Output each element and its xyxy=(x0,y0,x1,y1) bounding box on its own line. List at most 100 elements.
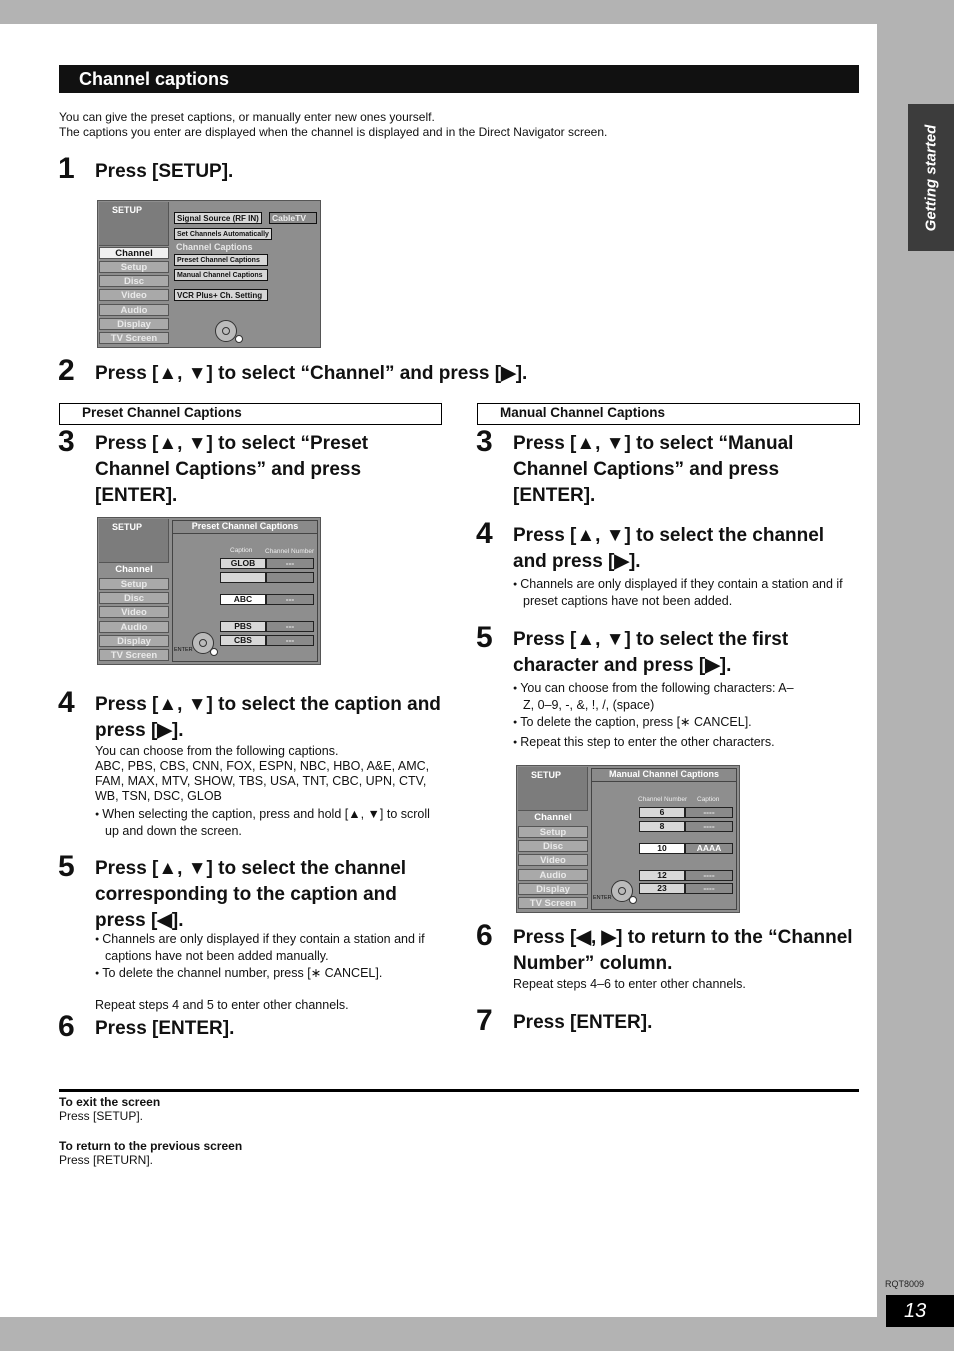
step-number: 2 xyxy=(58,354,75,387)
exit-text: Press [SETUP]. xyxy=(59,1109,144,1123)
step-number: 4 xyxy=(476,517,493,550)
step-number: 6 xyxy=(476,919,493,952)
step-title: Press [▲, ▼] to select the caption and p… xyxy=(95,694,441,741)
channel-cell-selected: 10 xyxy=(639,843,685,854)
step-bullets: Channels are only displayed if they cont… xyxy=(95,931,443,982)
osd-menu-item: Channel xyxy=(518,812,588,824)
section-side-tab: Getting started xyxy=(908,104,954,251)
step-number: 3 xyxy=(58,425,75,458)
osd-captions-heading: Channel Captions xyxy=(176,242,253,252)
channel-cell: 6 xyxy=(639,807,685,818)
section-title: Channel captions xyxy=(59,65,859,93)
step-body: You can choose from the following captio… xyxy=(95,744,443,840)
osd-menu-item: Disc xyxy=(518,840,588,852)
osd-menu-item: Channel xyxy=(99,564,169,576)
channel-cell xyxy=(266,572,314,583)
osd-preset-captions: Preset Channel Captions xyxy=(174,254,268,266)
caption-cell: AAAA xyxy=(685,843,733,854)
return-text: Press [RETURN]. xyxy=(59,1153,154,1167)
osd-manual-captions: Manual Channel Captions xyxy=(174,269,268,281)
exit-heading: To exit the screen xyxy=(59,1095,161,1109)
osd-panel-title: Preset Channel Captions xyxy=(173,521,317,534)
step-title: Press [▲, ▼] to select “Channel” and pre… xyxy=(95,363,528,384)
osd-menu-item: Video xyxy=(518,854,588,866)
caption-cell xyxy=(220,572,266,583)
step-number: 7 xyxy=(476,1004,493,1037)
step-title: Press [ENTER]. xyxy=(95,1018,235,1039)
model-code: RQT8009 xyxy=(885,1279,925,1289)
osd-menu-item: TV Screen xyxy=(99,332,169,344)
step-title: Press [ENTER]. xyxy=(513,1012,653,1033)
caption-cell: PBS xyxy=(220,621,266,632)
step-number: 3 xyxy=(476,425,493,458)
channel-cell: --- xyxy=(266,558,314,569)
osd-menu-item: Channel xyxy=(99,247,169,259)
bullet-note: Repeat this step to enter the other char… xyxy=(513,734,803,751)
osd-header: SETUP xyxy=(99,519,169,563)
bullet-note: To delete the caption, press [∗ CANCEL]. xyxy=(513,714,803,731)
enter-label: ENTER xyxy=(174,647,193,653)
osd-signal-source: Signal Source (RF IN) xyxy=(174,212,262,224)
preset-subhead: Preset Channel Captions xyxy=(59,403,442,425)
step-title: Press [▲, ▼] to select “Manual Channel C… xyxy=(513,433,794,506)
osd-set-channels: Set Channels Automatically xyxy=(174,228,272,240)
osd-menu-item: Display xyxy=(99,635,169,647)
bullet-note: When selecting the caption, press and ho… xyxy=(95,806,443,840)
osd-menu-item: TV Screen xyxy=(518,897,588,909)
bullet-note: You can choose from the following charac… xyxy=(513,680,803,714)
osd-menu-item: Video xyxy=(99,606,169,618)
caption-cell: ---- xyxy=(685,821,733,832)
osd-menu-item: Setup xyxy=(99,261,169,273)
channel-cell: --- xyxy=(266,594,314,605)
channel-cell: 8 xyxy=(639,821,685,832)
page-number: 13 xyxy=(886,1295,954,1327)
osd-menu-item: Video xyxy=(99,289,169,301)
divider xyxy=(59,1089,859,1092)
enter-dot-icon xyxy=(629,896,637,904)
osd-menu-item: Disc xyxy=(99,275,169,287)
col-channel: Channel Number xyxy=(265,548,315,555)
step-title: Press [SETUP]. xyxy=(95,161,234,182)
intro-text: You can give the preset captions, or man… xyxy=(59,110,607,140)
osd-header: SETUP xyxy=(518,767,588,811)
osd-menu-item: TV Screen xyxy=(99,649,169,661)
channel-cell: --- xyxy=(266,635,314,646)
osd-menu-item: Display xyxy=(99,318,169,330)
osd-menu-item: Audio xyxy=(99,304,169,316)
step-title: Press [▲, ▼] to select the channel corre… xyxy=(95,858,407,931)
side-tab-label: Getting started xyxy=(922,124,940,231)
step-title: Press [◀, ▶] to return to the “Channel N… xyxy=(513,927,853,974)
osd-menu-item: Display xyxy=(518,883,588,895)
channel-cell: 12 xyxy=(639,870,685,881)
col-caption: Caption xyxy=(230,547,253,554)
repeat-note: Repeat steps 4 and 5 to enter other chan… xyxy=(95,998,349,1012)
osd-panel-title: Manual Channel Captions xyxy=(592,769,736,782)
osd-menu-item: Disc xyxy=(99,592,169,604)
step-number: 5 xyxy=(58,850,75,883)
footer-notes: To exit the screen Press [SETUP]. To ret… xyxy=(59,1095,242,1167)
enter-dot-icon xyxy=(210,648,218,656)
enter-dot-icon xyxy=(235,335,243,343)
caption-cell: CBS xyxy=(220,635,266,646)
step-bullets: Channels are only displayed if they cont… xyxy=(513,576,861,610)
step-bullets: You can choose from the following charac… xyxy=(513,680,803,751)
preset-captions-screen: SETUP Channel Setup Disc Video Audio Dis… xyxy=(97,517,321,665)
step-title: Press [▲, ▼] to select “Preset Channel C… xyxy=(95,433,369,506)
step-title: Press [▲, ▼] to select the channel and p… xyxy=(513,525,825,572)
caption-cell: GLOB xyxy=(220,558,266,569)
osd-header: SETUP xyxy=(99,202,169,246)
osd-menu-item: Setup xyxy=(99,578,169,590)
step-number: 1 xyxy=(58,152,75,185)
repeat-note: Repeat steps 4–6 to enter other channels… xyxy=(513,977,746,991)
bullet-note: Channels are only displayed if they cont… xyxy=(513,576,861,610)
manual-subhead: Manual Channel Captions xyxy=(477,403,860,425)
col-channel: Channel Number xyxy=(638,796,688,803)
setup-menu-screen: SETUP Channel Setup Disc Video Audio Dis… xyxy=(97,200,321,348)
step-number: 4 xyxy=(58,686,75,719)
step-number: 6 xyxy=(58,1010,75,1043)
channel-cell: 23 xyxy=(639,883,685,894)
osd-menu-item: Setup xyxy=(518,826,588,838)
manual-captions-screen: SETUP Channel Setup Disc Video Audio Dis… xyxy=(516,765,740,913)
intro-line: The captions you enter are displayed whe… xyxy=(59,125,608,139)
captions-intro: You can choose from the following captio… xyxy=(95,744,339,758)
